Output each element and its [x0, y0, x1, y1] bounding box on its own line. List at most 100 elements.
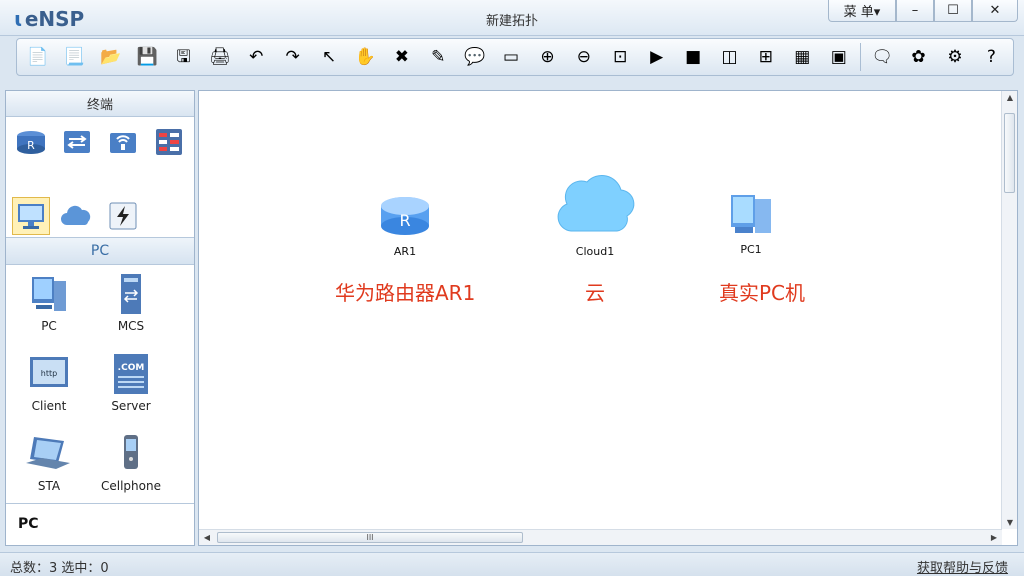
node-cloud1[interactable]: Cloud1: [551, 169, 639, 258]
minimize-button[interactable]: –: [896, 0, 934, 22]
device-grid: PC MCS http Client .COM Server STA Cellp…: [6, 265, 194, 521]
open-button[interactable]: 📂: [96, 42, 126, 72]
undo-button[interactable]: ↶: [241, 42, 271, 72]
topology-icon: ⊞: [758, 46, 774, 67]
router-node-icon: R: [381, 197, 429, 235]
fit-button[interactable]: ⊡: [606, 42, 636, 72]
delete-button[interactable]: ✖: [387, 42, 417, 72]
cloud-category-icon[interactable]: [58, 197, 96, 235]
maximize-button[interactable]: ☐: [934, 0, 972, 22]
device-server[interactable]: .COM Server: [96, 349, 166, 413]
chat-button[interactable]: 🗨: [867, 42, 897, 72]
capture-button[interactable]: ◫: [715, 42, 745, 72]
device-mcs[interactable]: MCS: [96, 269, 166, 333]
start-icon: ▶: [650, 46, 664, 67]
device-label: STA: [37, 479, 61, 493]
device-client[interactable]: http Client: [14, 349, 84, 413]
text-button[interactable]: 💬: [460, 42, 490, 72]
settings-button[interactable]: ⚙: [940, 42, 970, 72]
node-label: Cloud1: [575, 245, 615, 258]
svg-text:R: R: [27, 139, 35, 152]
device-label: Client: [31, 399, 67, 413]
grid-icon: ▦: [794, 46, 811, 67]
vertical-scrollbar[interactable]: ▲ ▼: [1001, 91, 1017, 529]
cloud-node-icon: [557, 175, 635, 232]
mcs-icon: [96, 269, 166, 319]
huawei-button[interactable]: ✿: [904, 42, 934, 72]
palette-button[interactable]: ▭: [496, 42, 526, 72]
text-icon: 💬: [464, 46, 486, 67]
grid-button[interactable]: ▦: [788, 42, 818, 72]
scroll-up-icon[interactable]: ▲: [1002, 93, 1018, 102]
zoom-in-button[interactable]: ⊕: [533, 42, 563, 72]
device-sta[interactable]: STA: [14, 429, 84, 493]
help-feedback-link[interactable]: 获取帮助与反馈: [917, 557, 1008, 576]
zoom-in-icon: ⊕: [540, 46, 555, 67]
new-topology-icon: 📄: [27, 46, 49, 67]
horizontal-scroll-thumb[interactable]: III: [217, 532, 523, 543]
status-count: 总数：3 选中：0: [10, 561, 109, 576]
close-button[interactable]: ✕: [972, 0, 1018, 22]
device-group-title: PC: [6, 237, 194, 265]
drag-button[interactable]: ✋: [351, 42, 381, 72]
drag-icon: ✋: [354, 46, 377, 67]
scroll-down-icon[interactable]: ▼: [1002, 518, 1018, 527]
new-topology-button[interactable]: 📄: [23, 42, 53, 72]
redo-button[interactable]: ↷: [278, 42, 308, 72]
print-button[interactable]: 🖨: [205, 42, 235, 72]
node-pc1[interactable]: PC1: [721, 189, 781, 256]
new-template-icon: 📃: [63, 46, 85, 67]
stop-icon: ■: [685, 46, 702, 67]
delete-all-button[interactable]: ✎: [423, 42, 453, 72]
pc-node-icon: [731, 195, 771, 233]
help-icon: ?: [986, 46, 996, 67]
new-template-button[interactable]: 📃: [59, 42, 89, 72]
vertical-scroll-thumb[interactable]: [1004, 113, 1015, 193]
delete-all-icon: ✎: [431, 46, 446, 67]
scroll-right-icon[interactable]: ▶: [986, 533, 1002, 542]
zoom-out-icon: ⊖: [576, 46, 592, 67]
router-icon[interactable]: R: [12, 123, 50, 161]
annotation-cloud1[interactable]: 云: [585, 277, 605, 306]
save-button[interactable]: 💾: [132, 42, 162, 72]
device-label: MCS: [117, 319, 145, 333]
annotation-ar1[interactable]: 华为路由器AR1: [335, 277, 475, 306]
section-title: 终端: [6, 91, 194, 117]
topology-canvas[interactable]: R AR1 华为路由器AR1 Cloud1 云 PC1 真实PC机 ▲ ▼ ◀ …: [198, 90, 1018, 546]
zoom-out-button[interactable]: ⊖: [569, 42, 599, 72]
print-icon: 🖨: [209, 46, 231, 67]
switch-icon[interactable]: [58, 123, 96, 161]
start-button[interactable]: ▶: [642, 42, 672, 72]
horizontal-scrollbar[interactable]: ◀ III ▶: [199, 529, 1002, 545]
wireless-icon[interactable]: [104, 123, 142, 161]
select-button[interactable]: ↖: [314, 42, 344, 72]
annotation-pc1[interactable]: 真实PC机: [719, 277, 805, 306]
select-icon: ↖: [321, 46, 337, 67]
toolbar-separator: [860, 43, 862, 71]
client-icon: http: [14, 349, 84, 399]
status-bar: 总数：3 选中：0 获取帮助与反馈: [0, 552, 1024, 576]
menu-button[interactable]: 菜 单▾: [828, 0, 896, 22]
pc-category-icon[interactable]: [12, 197, 50, 235]
scroll-left-icon[interactable]: ◀: [199, 533, 215, 542]
fit-icon: ⊡: [613, 46, 628, 67]
redo-icon: ↷: [285, 46, 300, 67]
topology-button[interactable]: ⊞: [751, 42, 781, 72]
device-pc[interactable]: PC: [14, 269, 84, 333]
category-grid: R: [6, 117, 194, 237]
palette-icon: ▭: [503, 46, 520, 67]
open-icon: 📂: [100, 46, 122, 67]
save-as-icon: 🖫: [176, 46, 191, 67]
console-button[interactable]: ▣: [824, 42, 854, 72]
undo-icon: ↶: [249, 46, 264, 67]
other-device-icon[interactable]: [104, 197, 142, 235]
save-icon: 💾: [136, 46, 158, 67]
device-cellphone[interactable]: Cellphone: [96, 429, 166, 493]
firewall-icon[interactable]: [150, 123, 188, 161]
help-button[interactable]: ?: [977, 42, 1007, 72]
save-as-button[interactable]: 🖫: [169, 42, 199, 72]
node-ar1[interactable]: R AR1: [377, 193, 433, 258]
stop-button[interactable]: ■: [678, 42, 708, 72]
chat-icon: 🗨: [871, 46, 893, 67]
settings-icon: ⚙: [947, 46, 963, 67]
